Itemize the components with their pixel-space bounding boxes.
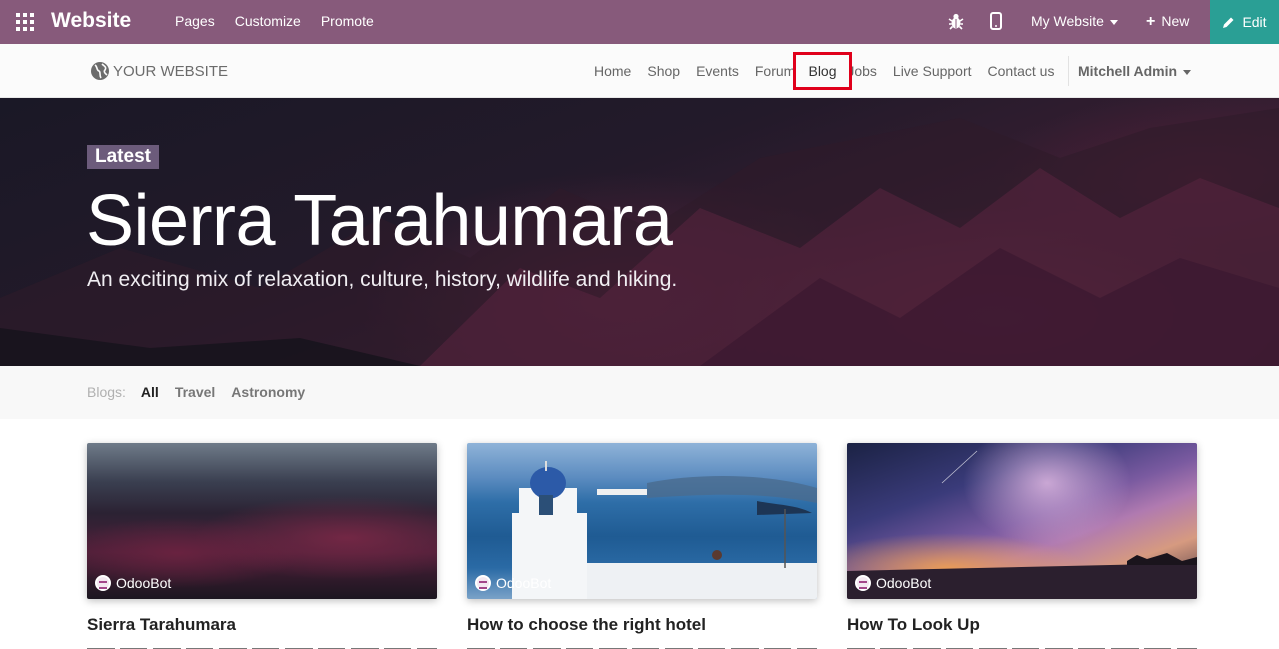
app-title: Website: [51, 9, 132, 32]
post-author: OdooBot: [855, 575, 931, 591]
odoobot-avatar-icon: [475, 575, 491, 591]
post-cover-image[interactable]: OdooBot: [87, 443, 437, 599]
plus-icon: +: [1146, 13, 1156, 30]
post-excerpt: [467, 645, 817, 649]
nav-blog-highlighted[interactable]: Blog: [793, 52, 852, 90]
post-title[interactable]: How To Look Up: [847, 615, 980, 635]
menu-pages[interactable]: Pages: [175, 13, 215, 29]
hero-title: Sierra Tarahumara: [86, 181, 673, 261]
post-author: OdooBot: [95, 575, 171, 591]
nav-events[interactable]: Events: [696, 63, 739, 79]
edit-button[interactable]: Edit: [1210, 0, 1279, 44]
menu-customize[interactable]: Customize: [235, 13, 301, 29]
post-excerpt: [847, 645, 1197, 649]
post-cover-image[interactable]: OdooBot: [847, 443, 1197, 599]
odoobot-avatar-icon: [95, 575, 111, 591]
odoobot-avatar-icon: [855, 575, 871, 591]
blog-post-card[interactable]: OdooBot How To Look Up: [847, 443, 1197, 649]
mobile-preview-icon[interactable]: [990, 12, 1002, 30]
admin-menu: Pages Customize Promote: [175, 13, 394, 29]
apps-grid-icon[interactable]: [16, 13, 34, 31]
hero-subtitle: An exciting mix of relaxation, culture, …: [87, 268, 678, 291]
blogs-label: Blogs:: [87, 384, 126, 400]
post-author: OdooBot: [475, 575, 551, 591]
blog-filter-bar: Blogs: All Travel Astronomy: [0, 366, 1279, 419]
filter-travel[interactable]: Travel: [175, 384, 215, 400]
nav-live-support[interactable]: Live Support: [893, 63, 972, 79]
new-button[interactable]: + New: [1146, 13, 1189, 31]
blog-post-card[interactable]: OdooBot How to choose the right hotel: [467, 443, 817, 649]
filter-astronomy[interactable]: Astronomy: [231, 384, 305, 400]
nav-forum[interactable]: Forum: [755, 63, 795, 79]
post-title[interactable]: How to choose the right hotel: [467, 615, 706, 635]
menu-promote[interactable]: Promote: [321, 13, 374, 29]
site-logo[interactable]: YOUR WEBSITE: [90, 61, 228, 81]
post-title[interactable]: Sierra Tarahumara: [87, 615, 236, 635]
filter-all[interactable]: All: [141, 384, 159, 400]
website-navbar: YOUR WEBSITE Home Shop Events Forum Jobs…: [0, 44, 1279, 98]
globe-icon: [91, 62, 109, 80]
bug-icon[interactable]: [948, 12, 964, 30]
user-menu[interactable]: Mitchell Admin: [1078, 63, 1192, 79]
admin-topbar: Website Pages Customize Promote My Websi…: [0, 0, 1279, 44]
caret-down-icon: [1183, 69, 1192, 75]
hero-banner[interactable]: Latest Sierra Tarahumara An exciting mix…: [0, 98, 1279, 366]
logo-text: YOUR WEBSITE: [113, 62, 229, 80]
blog-post-card[interactable]: OdooBot Sierra Tarahumara: [87, 443, 437, 649]
nav-contact-us[interactable]: Contact us: [988, 63, 1055, 79]
nav-shop[interactable]: Shop: [647, 63, 680, 79]
pencil-icon: [1223, 17, 1234, 28]
caret-down-icon: [1109, 19, 1118, 25]
website-selector[interactable]: My Website: [1031, 13, 1118, 29]
nav-divider: [1068, 56, 1069, 86]
latest-badge: Latest: [87, 145, 159, 169]
post-excerpt: [87, 645, 437, 649]
nav-home[interactable]: Home: [594, 63, 631, 79]
post-cover-image[interactable]: OdooBot: [467, 443, 817, 599]
